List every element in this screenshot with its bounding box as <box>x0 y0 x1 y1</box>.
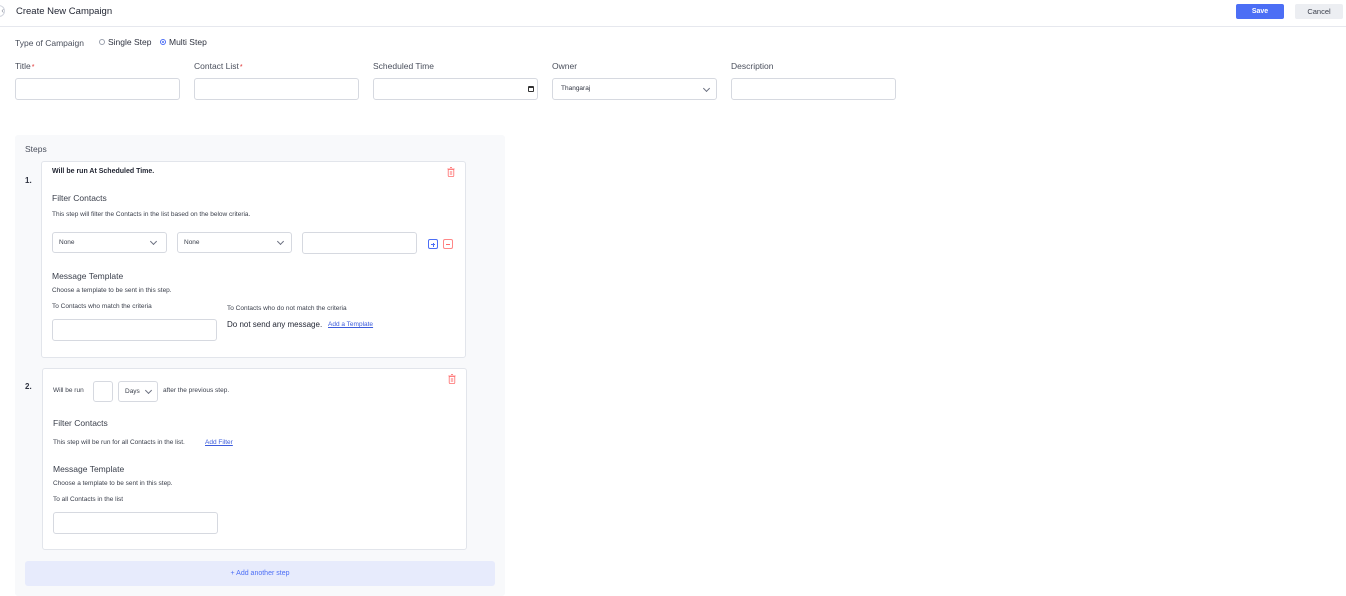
step-2-filter-desc: This step will be run for all Contacts i… <box>53 439 185 446</box>
owner-label: Owner <box>552 61 578 71</box>
steps-title: Steps <box>25 144 47 154</box>
scheduled-time-label: Scheduled Time <box>373 61 434 71</box>
top-bar: ‹ Create New Campaign Save Cancel <box>0 0 1346 27</box>
chevron-down-icon <box>144 386 153 395</box>
campaign-type-label: Type of Campaign <box>15 38 84 48</box>
chevron-down-icon <box>276 237 285 246</box>
back-icon[interactable]: ‹ <box>0 5 5 17</box>
single-step-label: Single Step <box>108 37 152 47</box>
step-1-template-heading: Message Template <box>52 271 124 281</box>
description-label: Description <box>731 61 774 71</box>
contact-list-label: Contact List* <box>194 61 243 71</box>
step-1-number: 1. <box>25 176 32 185</box>
delay-unit-value: Days <box>125 388 140 395</box>
owner-select[interactable]: Thangaraj <box>552 78 717 100</box>
filter-operator-select[interactable]: None <box>177 232 292 253</box>
chevron-down-icon <box>149 237 158 246</box>
add-condition-icon[interactable] <box>428 239 438 249</box>
step-1-filter-desc: This step will filter the Contacts in th… <box>52 211 251 218</box>
step-2-template-desc: Choose a template to be sent in this ste… <box>53 480 173 487</box>
multi-step-radio[interactable]: Multi Step <box>160 37 207 47</box>
step-2-run-suffix: after the previous step. <box>163 387 230 394</box>
title-input[interactable] <box>15 78 180 100</box>
description-input[interactable] <box>731 78 896 100</box>
delay-unit-select[interactable]: Days <box>118 381 158 402</box>
filter-field-select[interactable]: None <box>52 232 167 253</box>
step-2-filter-heading: Filter Contacts <box>53 418 108 428</box>
trash-icon[interactable] <box>447 167 455 177</box>
filter-value-input[interactable] <box>302 232 417 254</box>
step-2-number: 2. <box>25 382 32 391</box>
remove-condition-icon[interactable] <box>443 239 453 249</box>
cancel-button[interactable]: Cancel <box>1295 4 1343 19</box>
delay-value-input[interactable] <box>93 381 113 402</box>
step-1-filter-heading: Filter Contacts <box>52 193 107 203</box>
add-template-link[interactable]: Add a Template <box>328 321 373 328</box>
match-template-input[interactable] <box>52 319 217 341</box>
radio-checked-icon[interactable] <box>160 39 166 45</box>
trash-icon[interactable] <box>448 374 456 384</box>
nomatch-message: Do not send any message. <box>227 320 323 329</box>
calendar-icon[interactable] <box>528 86 534 92</box>
add-filter-link[interactable]: Add Filter <box>205 439 233 446</box>
add-step-button[interactable]: + Add another step <box>25 561 495 586</box>
step-1-template-desc: Choose a template to be sent in this ste… <box>52 287 172 294</box>
step-2-template-heading: Message Template <box>53 464 125 474</box>
contact-list-input[interactable] <box>194 78 359 100</box>
scheduled-time-input[interactable] <box>373 78 538 100</box>
multi-step-label: Multi Step <box>169 37 207 47</box>
radio-unchecked-icon[interactable] <box>99 39 105 45</box>
match-label: To Contacts who match the criteria <box>52 303 152 310</box>
single-step-radio[interactable]: Single Step <box>99 37 151 47</box>
chevron-down-icon <box>702 84 711 93</box>
filter-field-value: None <box>59 239 75 246</box>
owner-value: Thangaraj <box>561 85 591 92</box>
page-title: Create New Campaign <box>16 6 113 17</box>
all-contacts-label: To all Contacts in the list <box>53 496 124 503</box>
nomatch-label: To Contacts who do not match the criteri… <box>227 305 347 312</box>
step-1-run-text: Will be run At Scheduled Time. <box>52 168 155 175</box>
step-2-run-prefix: Will be run <box>53 387 84 394</box>
save-button[interactable]: Save <box>1236 4 1284 19</box>
all-template-input[interactable] <box>53 512 218 534</box>
title-label: Title* <box>15 61 35 71</box>
filter-operator-value: None <box>184 239 200 246</box>
